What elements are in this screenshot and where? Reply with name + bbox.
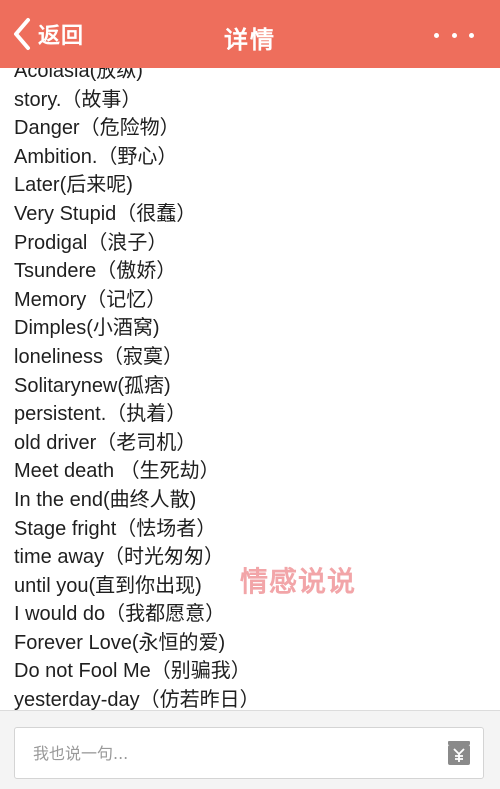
- list-item: Dimples(小酒窝): [14, 317, 160, 340]
- tip-yuan-icon: [448, 741, 470, 765]
- comment-input[interactable]: 我也说一句...: [14, 727, 484, 779]
- list-item: time away（时光匆匆）: [14, 546, 225, 569]
- list-item: Do not Fool Me（别骗我）: [14, 660, 251, 683]
- list-item: until you(直到你出现): [14, 574, 202, 597]
- list-item: Meet death （生死劫）: [14, 460, 220, 483]
- list-item: Danger（危险物）: [14, 117, 180, 140]
- more-dots-icon: [434, 32, 439, 38]
- list-item: Very Stupid（很蠢）: [14, 202, 197, 225]
- list-item: Acolasia(放纵): [14, 68, 143, 82]
- list-item: Forever Love(永恒的爱): [14, 631, 226, 654]
- list-item: Solitarynew(孤痞): [14, 374, 171, 397]
- top-navigation-bar: 返回 详情: [0, 0, 500, 68]
- entry-list: Acolasia(放纵) story.（故事） Danger（危险物） Ambi…: [14, 68, 260, 710]
- list-item: Later(后来呢): [14, 174, 133, 197]
- more-dots-icon: [469, 32, 474, 38]
- list-item: story.（故事）: [14, 88, 142, 111]
- list-item: Memory（记忆）: [14, 288, 167, 311]
- list-item: yesterday-day（仿若昨日）: [14, 689, 260, 710]
- list-item: persistent.（执着）: [14, 403, 187, 426]
- post-content[interactable]: Acolasia(放纵) story.（故事） Danger（危险物） Ambi…: [0, 68, 500, 710]
- list-item: Prodigal（浪子）: [14, 231, 168, 254]
- watermark: 情感说说: [240, 565, 357, 598]
- list-item: Stage fright（怯场者）: [14, 517, 217, 540]
- comment-bar: 我也说一句...: [0, 710, 500, 789]
- list-item: Tsundere（傲娇）: [14, 260, 177, 283]
- list-item: old driver（老司机）: [14, 431, 197, 454]
- list-item: In the end(曲终人散): [14, 488, 197, 511]
- more-dots-icon: [451, 32, 457, 38]
- tip-button[interactable]: [432, 727, 484, 779]
- list-item: I would do（我都愿意）: [14, 603, 226, 626]
- more-button[interactable]: [434, 23, 474, 47]
- list-item: Ambition.（野心）: [14, 145, 178, 168]
- page-title: 详情: [224, 26, 276, 54]
- list-item: loneliness（寂寞）: [14, 345, 183, 368]
